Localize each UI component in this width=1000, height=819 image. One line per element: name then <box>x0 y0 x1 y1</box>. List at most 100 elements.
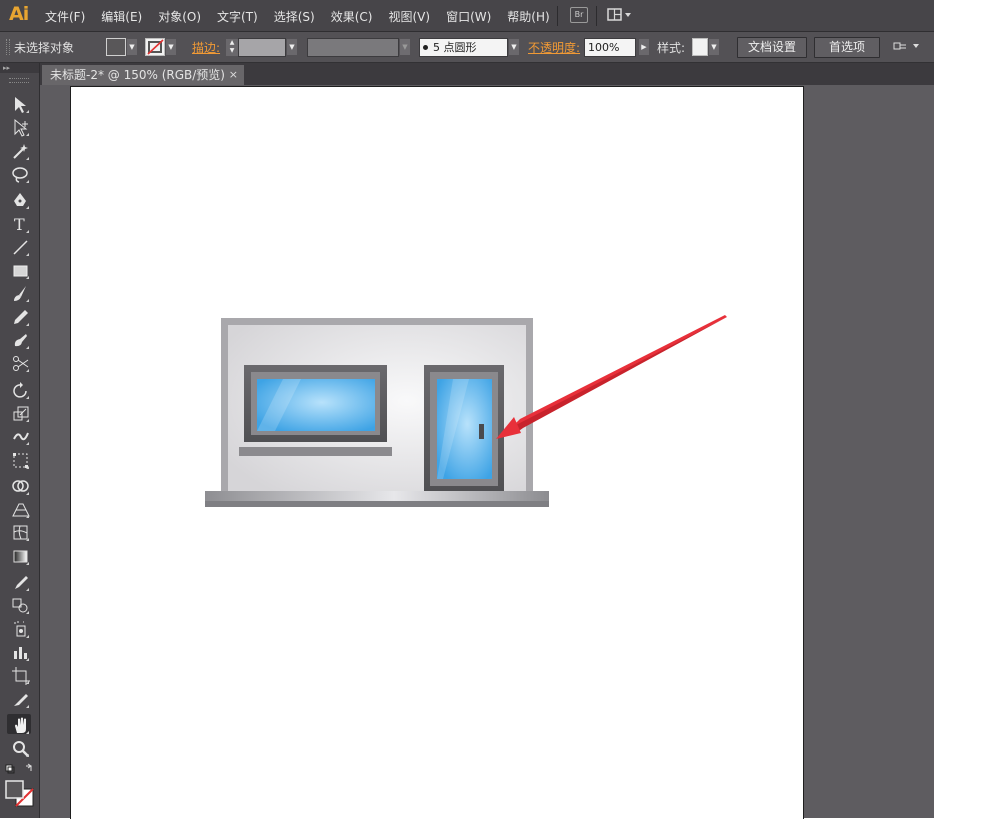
tools-panel-collapse[interactable]: ▸▸ <box>0 63 39 73</box>
stepper-icon[interactable]: ▲ ▼ <box>226 38 238 56</box>
stroke-color-control[interactable]: ▼ <box>145 32 176 62</box>
menu-view[interactable]: 视图(V) <box>380 8 438 25</box>
door-graphic[interactable] <box>424 365 504 491</box>
menu-object[interactable]: 对象(O) <box>150 8 209 25</box>
chevron-down-icon[interactable]: ▼ <box>166 39 176 55</box>
warp-tool[interactable] <box>7 425 31 446</box>
artwork <box>205 315 727 507</box>
profile-field[interactable] <box>307 37 399 57</box>
pen-tool[interactable] <box>7 189 31 210</box>
slice-tool[interactable] <box>7 688 31 708</box>
chevron-down-icon[interactable]: ▼ <box>127 39 137 55</box>
chevron-down-icon[interactable]: ▼ <box>287 39 297 55</box>
type-tool[interactable]: T <box>7 213 31 234</box>
perspective-grid-tool[interactable] <box>7 498 31 519</box>
brush-field[interactable]: 5 点圆形 <box>419 37 508 57</box>
scissors-tool[interactable] <box>7 352 31 373</box>
brush-definition[interactable]: 5 点圆形 ▼ <box>419 32 519 62</box>
blend-tool[interactable] <box>7 594 31 615</box>
chevron-down-icon[interactable]: ▼ <box>400 39 410 55</box>
paintbrush-tool[interactable] <box>7 282 31 303</box>
pencil-icon <box>14 309 29 326</box>
panel-menu-icon <box>893 42 919 50</box>
app-logo: Ai <box>9 3 29 25</box>
shape-builder-tool[interactable] <box>7 475 31 495</box>
style-swatch[interactable] <box>692 38 708 56</box>
zoom-tool[interactable] <box>7 737 31 758</box>
panel-menu-button[interactable] <box>892 32 922 62</box>
gradient-icon <box>13 550 29 565</box>
chevron-down-icon[interactable]: ▼ <box>709 39 719 55</box>
artboard-icon <box>12 667 30 686</box>
mesh-icon <box>13 525 29 542</box>
symbol-sprayer-tool[interactable] <box>7 618 31 638</box>
default-colors-swap[interactable] <box>4 763 34 777</box>
menu-help[interactable]: 帮助(H) <box>499 8 557 25</box>
column-graph-tool[interactable] <box>7 641 31 661</box>
menu-effect[interactable]: 效果(C) <box>323 8 381 25</box>
arrange-documents-button[interactable] <box>605 6 635 24</box>
bridge-button[interactable]: Br <box>570 7 588 23</box>
stroke-weight-control[interactable]: ▲ ▼ ▼ <box>226 32 297 62</box>
free-transform-tool[interactable] <box>7 449 31 469</box>
stroke-none-swatch[interactable] <box>145 38 165 56</box>
rotate-icon <box>13 381 29 399</box>
pencil-tool[interactable] <box>7 306 31 326</box>
artboard[interactable] <box>70 86 804 819</box>
stroke-weight-field[interactable] <box>238 37 286 57</box>
zoom-icon <box>13 741 29 758</box>
menu-select[interactable]: 选择(S) <box>266 8 323 25</box>
doc-setup-wrap: 文档设置 <box>737 32 808 62</box>
chevron-down-icon[interactable]: ▼ <box>509 39 519 55</box>
hand-tool[interactable] <box>7 713 31 734</box>
menu-type[interactable]: 文字(T) <box>209 8 266 25</box>
opacity-control[interactable]: 100% ▶ <box>584 32 649 62</box>
variable-width-profile[interactable]: ▼ <box>307 32 410 62</box>
menu-file[interactable]: 文件(F) <box>37 8 93 25</box>
line-segment-tool[interactable] <box>7 236 31 256</box>
direct-selection-tool[interactable] <box>7 116 31 137</box>
close-icon[interactable]: × <box>229 65 238 85</box>
gradient-tool[interactable] <box>7 545 31 565</box>
document-tab[interactable]: 未标题-2* @ 150% (RGB/预览) × <box>42 65 244 85</box>
scale-tool[interactable] <box>7 402 31 422</box>
document-tab-bar: 未标题-2* @ 150% (RGB/预览) × <box>40 63 934 85</box>
pen-icon <box>14 193 29 210</box>
fill-stroke-selector[interactable] <box>4 779 36 809</box>
symbol-sprayer-icon <box>14 620 29 638</box>
lasso-icon <box>12 167 29 183</box>
menu-bar: Ai 文件(F) 编辑(E) 对象(O) 文字(T) 选择(S) 效果(C) 视… <box>0 0 934 32</box>
control-bar: 未选择对象 ▼ ▼ 描边: ▲ ▼ ▼ ▼ 5 点圆形 ▼ 不透明度: 100%… <box>0 32 934 63</box>
none-icon <box>147 39 164 55</box>
ground-base[interactable] <box>205 491 549 507</box>
blob-brush-tool[interactable] <box>7 329 31 349</box>
menu-window[interactable]: 窗口(W) <box>438 8 499 25</box>
style-control[interactable]: ▼ <box>692 32 719 62</box>
mesh-tool[interactable] <box>7 521 31 542</box>
rotate-tool[interactable] <box>7 379 31 399</box>
selection-tool[interactable] <box>7 93 31 113</box>
tools-panel-grip[interactable] <box>9 78 29 83</box>
scale-icon <box>13 406 29 422</box>
perspective-grid-icon <box>12 503 30 519</box>
artboard-tool[interactable] <box>7 664 31 686</box>
document-setup-button[interactable]: 文档设置 <box>737 36 808 58</box>
preferences-button[interactable]: 首选项 <box>814 36 881 58</box>
magic-wand-tool[interactable] <box>7 140 31 160</box>
chevron-down-icon[interactable]: ▶ <box>639 39 649 55</box>
opacity-label[interactable]: 不透明度: <box>528 32 580 62</box>
opacity-field[interactable]: 100% <box>584 37 636 57</box>
fill-color-control[interactable]: ▼ <box>106 32 137 62</box>
menu-edit[interactable]: 编辑(E) <box>93 8 150 25</box>
rectangle-tool[interactable] <box>7 259 31 280</box>
lasso-tool[interactable] <box>7 163 31 183</box>
prefs-wrap: 首选项 <box>814 32 881 62</box>
magic-wand-icon <box>13 143 29 160</box>
eyedropper-tool[interactable] <box>7 571 31 591</box>
fill-swatch[interactable] <box>106 38 126 56</box>
stroke-label[interactable]: 描边: <box>192 32 220 62</box>
hand-icon <box>15 717 29 734</box>
rectangle-icon <box>13 265 29 280</box>
arrange-documents-icon <box>607 8 631 21</box>
svg-text:T: T <box>14 215 25 234</box>
